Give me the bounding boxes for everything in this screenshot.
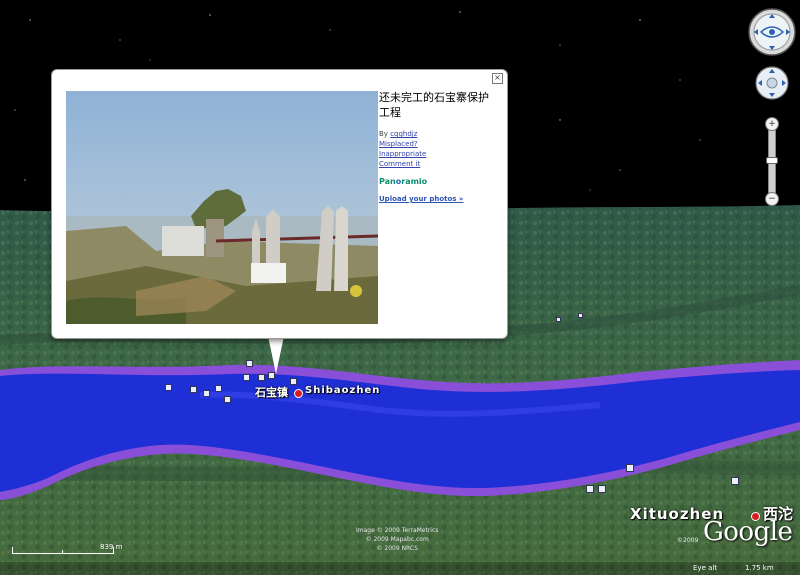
inappropriate-link[interactable]: Inappropriate bbox=[379, 149, 499, 159]
close-icon[interactable]: × bbox=[492, 73, 503, 84]
logo-copyright-year: ©2009 bbox=[677, 537, 699, 544]
photo-marker[interactable] bbox=[578, 313, 583, 318]
eye-alt-value: 1.75 km bbox=[745, 564, 774, 572]
photo-marker[interactable] bbox=[598, 485, 606, 493]
panoramio-logo-part2: ramio bbox=[401, 177, 428, 186]
misplaced-link[interactable]: Misplaced? bbox=[379, 139, 499, 149]
photo-marker[interactable] bbox=[224, 396, 231, 403]
photo-marker[interactable] bbox=[190, 386, 197, 393]
photo-info-panel: 还未完工的石宝寨保护工程 By cqghdjz Misplaced? Inapp… bbox=[379, 90, 499, 203]
photo-marker[interactable] bbox=[203, 390, 210, 397]
photo-marker[interactable] bbox=[626, 464, 634, 472]
photo-balloon-popup: × 还未完工的石宝寨保护工程 By cqghdjz Misplaced? Ina… bbox=[51, 69, 508, 339]
panoramio-photo[interactable] bbox=[66, 91, 378, 324]
panoramio-logo[interactable]: Panoramio bbox=[379, 177, 499, 186]
credit-line: Image © 2009 TerraMetrics bbox=[356, 527, 439, 534]
credit-line: © 2009 Mapabc.com bbox=[365, 536, 429, 543]
scale-bar bbox=[12, 547, 114, 554]
photo-marker[interactable] bbox=[258, 374, 265, 381]
photo-marker[interactable] bbox=[165, 384, 172, 391]
imagery-credits: Image © 2009 TerraMetrics © 2009 Mapabc.… bbox=[356, 526, 438, 553]
photo-byline: By cqghdjz bbox=[379, 129, 499, 139]
author-link[interactable]: cqghdjz bbox=[390, 130, 417, 138]
photo-marker[interactable] bbox=[586, 485, 594, 493]
upload-photos-link[interactable]: Upload your photos » bbox=[379, 195, 499, 203]
comment-link[interactable]: Comment it bbox=[379, 159, 499, 169]
eye-alt-label: Eye alt bbox=[693, 564, 718, 572]
photo-marker[interactable] bbox=[246, 360, 253, 367]
zoom-slider-knob[interactable] bbox=[766, 157, 778, 164]
place-label-shibaozhen-cn[interactable]: 石宝镇 bbox=[255, 384, 288, 400]
navigation-controls bbox=[748, 8, 796, 100]
photo-marker[interactable] bbox=[243, 374, 250, 381]
google-logo: Google bbox=[703, 517, 793, 547]
place-label-shibaozhen-en[interactable]: Shibaozhen bbox=[305, 385, 380, 396]
status-bar bbox=[0, 562, 800, 575]
photo-marker[interactable] bbox=[290, 378, 297, 385]
photo-title: 还未完工的石宝寨保护工程 bbox=[379, 91, 489, 119]
photo-marker[interactable] bbox=[215, 385, 222, 392]
photo-marker[interactable] bbox=[731, 477, 739, 485]
scale-label: 839 m bbox=[100, 543, 123, 551]
zoom-out-button[interactable]: − bbox=[765, 192, 779, 206]
place-dot-icon[interactable] bbox=[294, 389, 303, 398]
map-3d-view[interactable]: 石宝镇 Shibaozhen Xituozhen 西沱 × 还未完工的石宝寨保护… bbox=[0, 0, 800, 575]
popup-pointer bbox=[268, 336, 284, 374]
panoramio-logo-part1: Pan bbox=[379, 177, 396, 186]
scale-bar-tick bbox=[62, 550, 63, 554]
photo-marker[interactable] bbox=[556, 317, 561, 322]
credit-line: © 2009 NRCS bbox=[376, 545, 418, 552]
zoom-in-button[interactable]: + bbox=[765, 117, 779, 131]
byline-prefix: By bbox=[379, 130, 388, 138]
